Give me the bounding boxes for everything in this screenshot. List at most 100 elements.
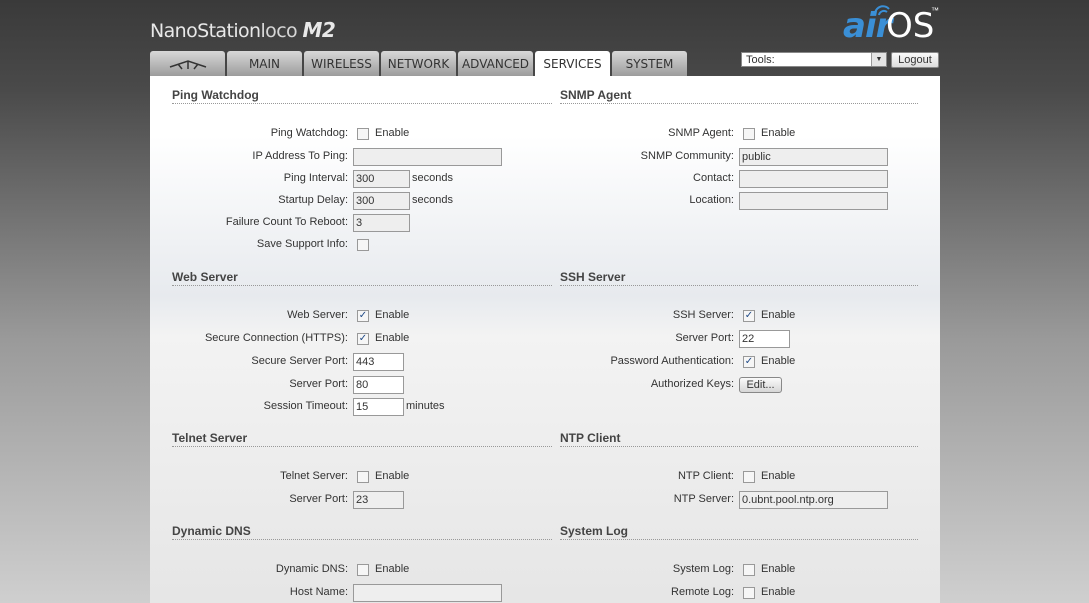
session-timeout-input[interactable]: 15 <box>353 398 404 416</box>
save-support-label: Save Support Info: <box>256 238 348 250</box>
secure-port-input[interactable]: 443 <box>353 353 404 371</box>
section-divider <box>172 103 552 104</box>
section-divider <box>560 446 918 447</box>
telnet-enable-text: Enable <box>375 470 410 482</box>
ddns-checkbox[interactable] <box>357 564 369 576</box>
tab-home-logo[interactable] <box>150 51 225 76</box>
session-timeout-unit: minutes <box>406 400 445 412</box>
failure-count-input[interactable]: 3 <box>353 214 410 232</box>
password-auth-checkbox[interactable]: ✓ <box>743 356 755 368</box>
tab-wireless[interactable]: WIRELESS <box>304 51 379 76</box>
web-port-input[interactable]: 80 <box>353 376 404 394</box>
telnet-server-label: Telnet Server: <box>280 470 348 482</box>
startup-delay-label: Startup Delay: <box>278 194 348 206</box>
https-label: Secure Connection (HTTPS): <box>204 332 348 344</box>
ntp-server-label: NTP Server: <box>673 493 734 505</box>
tab-main[interactable]: MAIN <box>227 51 302 76</box>
section-divider <box>560 539 918 540</box>
ssh-server-checkbox[interactable]: ✓ <box>743 310 755 322</box>
ssh-port-label: Server Port: <box>675 332 734 344</box>
section-title-ssh: SSH Server <box>560 270 626 284</box>
tab-advanced[interactable]: ADVANCED <box>458 51 533 76</box>
section-title-snmp: SNMP Agent <box>560 88 632 102</box>
ssh-server-label: SSH Server: <box>672 309 734 321</box>
product-name: NanoStationloco M2 <box>150 18 336 42</box>
web-server-checkbox[interactable]: ✓ <box>357 310 369 322</box>
logo-os: OS <box>886 6 935 46</box>
session-timeout-label: Session Timeout: <box>263 400 348 412</box>
edit-keys-button[interactable]: Edit... <box>739 377 782 393</box>
ping-watchdog-checkbox[interactable] <box>357 128 369 140</box>
section-divider <box>172 285 552 286</box>
section-divider <box>172 446 552 447</box>
tab-services[interactable]: SERVICES <box>535 51 610 77</box>
system-log-enable-text: Enable <box>761 563 796 575</box>
snmp-community-label: SNMP Community: <box>640 150 734 162</box>
password-auth-enable-text: Enable <box>761 355 796 367</box>
section-title-ddns: Dynamic DNS <box>172 524 251 538</box>
ping-interval-input[interactable]: 300 <box>353 170 410 188</box>
ping-interval-label: Ping Interval: <box>283 172 348 184</box>
remote-log-label: Remote Log: <box>671 586 734 598</box>
snmp-location-input[interactable] <box>739 192 888 210</box>
section-title-ntp: NTP Client <box>560 431 621 445</box>
ntp-client-checkbox[interactable] <box>743 471 755 483</box>
ssh-port-input[interactable]: 22 <box>739 330 790 348</box>
ping-interval-unit: seconds <box>412 172 453 184</box>
tab-system[interactable]: SYSTEM <box>612 51 687 76</box>
https-enable-text: Enable <box>375 332 410 344</box>
web-server-label: Web Server: <box>287 309 348 321</box>
ping-watchdog-enable-text: Enable <box>375 127 410 139</box>
https-checkbox[interactable]: ✓ <box>357 333 369 345</box>
section-title-telnet: Telnet Server <box>172 431 248 445</box>
ubiquiti-logo-icon <box>169 60 206 70</box>
web-server-enable-text: Enable <box>375 309 410 321</box>
ddns-host-input[interactable] <box>353 584 502 602</box>
snmp-enable-text: Enable <box>761 127 796 139</box>
product-name-text: NanoStation <box>150 20 261 42</box>
snmp-location-label: Location: <box>689 194 734 206</box>
save-support-checkbox[interactable] <box>357 239 369 251</box>
product-model: M2 <box>302 18 336 42</box>
system-log-checkbox[interactable] <box>743 564 755 576</box>
ddns-enable-text: Enable <box>375 563 410 575</box>
remote-log-checkbox[interactable] <box>743 587 755 599</box>
tools-dropdown[interactable]: Tools: ▼ <box>741 52 887 67</box>
startup-delay-unit: seconds <box>412 194 453 206</box>
web-port-label: Server Port: <box>289 378 348 390</box>
ping-ip-input[interactable] <box>353 148 502 166</box>
snmp-agent-checkbox[interactable] <box>743 128 755 140</box>
section-title-web-server: Web Server <box>172 270 238 284</box>
product-variant: loco <box>260 20 298 42</box>
logout-button[interactable]: Logout <box>891 52 939 68</box>
chevron-down-icon[interactable]: ▼ <box>871 53 886 66</box>
telnet-port-label: Server Port: <box>289 493 348 505</box>
ssh-enable-text: Enable <box>761 309 796 321</box>
ddns-host-label: Host Name: <box>289 586 348 598</box>
authorized-keys-label: Authorized Keys: <box>650 378 734 390</box>
system-log-label: System Log: <box>672 563 734 575</box>
ntp-server-input[interactable]: 0.ubnt.pool.ntp.org <box>739 491 888 509</box>
snmp-agent-label: SNMP Agent: <box>668 127 734 139</box>
secure-port-label: Secure Server Port: <box>251 355 348 367</box>
ping-ip-label: IP Address To Ping: <box>252 150 348 162</box>
ntp-client-label: NTP Client: <box>677 470 734 482</box>
logo-trademark: ™ <box>931 6 939 15</box>
startup-delay-input[interactable]: 300 <box>353 192 410 210</box>
password-auth-label: Password Authentication: <box>610 355 734 367</box>
snmp-contact-label: Contact: <box>693 172 734 184</box>
tab-network[interactable]: NETWORK <box>381 51 456 76</box>
section-title-ping-watchdog: Ping Watchdog <box>172 88 259 102</box>
snmp-contact-input[interactable] <box>739 170 888 188</box>
remote-log-enable-text: Enable <box>761 586 796 598</box>
telnet-port-input[interactable]: 23 <box>353 491 404 509</box>
snmp-community-input[interactable]: public <box>739 148 888 166</box>
section-divider <box>560 103 918 104</box>
telnet-server-checkbox[interactable] <box>357 471 369 483</box>
airos-logo: air OS ™ <box>843 5 943 46</box>
tools-label: Tools: <box>746 54 775 66</box>
ddns-label: Dynamic DNS: <box>275 563 348 575</box>
ping-watchdog-label: Ping Watchdog: <box>270 127 348 139</box>
section-divider <box>560 285 918 286</box>
section-title-syslog: System Log <box>560 524 629 538</box>
